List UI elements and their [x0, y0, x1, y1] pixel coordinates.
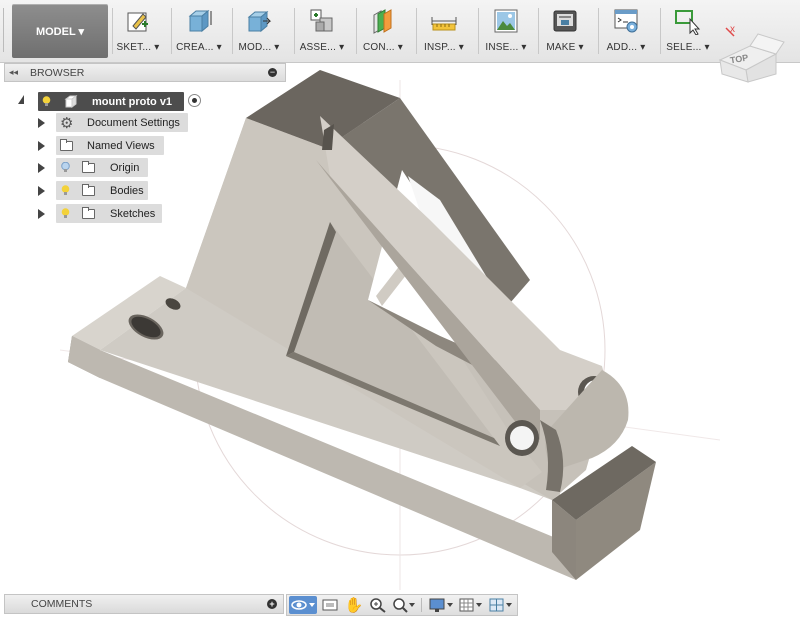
- toolbar-separator: [538, 8, 539, 54]
- modify-button[interactable]: MOD... ▾: [236, 4, 282, 60]
- select-label: SELE... ▾: [666, 42, 710, 53]
- visibility-bulb-icon[interactable]: [61, 185, 70, 196]
- panel-minimize-icon[interactable]: −: [268, 68, 277, 77]
- orbit-button[interactable]: [289, 596, 317, 614]
- toolbar-separator: [294, 8, 295, 54]
- x-axis-icon: x: [730, 24, 735, 35]
- display-settings-icon: [429, 598, 453, 612]
- look-at-icon: [322, 599, 338, 611]
- main-toolbar: MODEL ▾ SKET... ▾ CREA... ▾ MOD... ▾ ASS…: [0, 0, 800, 63]
- sketch-button[interactable]: SKET... ▾: [116, 4, 160, 60]
- folder-icon: [82, 184, 95, 196]
- tree-item-named-views[interactable]: Named Views: [56, 136, 164, 155]
- make-icon: [548, 4, 582, 38]
- modify-label: MOD... ▾: [238, 42, 280, 53]
- create-label: CREA... ▾: [176, 42, 222, 53]
- grid-settings-button[interactable]: [457, 596, 485, 614]
- browser-title: BROWSER: [30, 66, 85, 79]
- addins-icon: [609, 4, 643, 38]
- display-settings-button[interactable]: [427, 596, 455, 614]
- folder-icon: [82, 207, 95, 219]
- assemble-icon: [305, 4, 339, 38]
- comments-title: COMMENTS: [31, 598, 93, 610]
- inspect-label: INSP... ▾: [424, 42, 464, 53]
- inspect-button[interactable]: INSP... ▾: [420, 4, 468, 60]
- look-at-button[interactable]: [319, 596, 341, 614]
- construct-label: CON... ▾: [363, 42, 403, 53]
- tree-item-label: Document Settings: [87, 116, 180, 129]
- construct-icon: [366, 4, 400, 38]
- toolbar-separator: [416, 8, 417, 54]
- zoom-window-icon: [393, 598, 415, 613]
- create-icon: [182, 4, 216, 38]
- expand-root-icon[interactable]: [18, 95, 24, 104]
- make-button[interactable]: MAKE ▾: [542, 4, 588, 60]
- insert-label: INSE... ▾: [485, 42, 527, 53]
- tree-item-label: Bodies: [110, 184, 144, 197]
- nav-separator: [421, 598, 422, 612]
- gear-icon: ⚙: [60, 115, 74, 132]
- add-comment-icon[interactable]: +: [267, 599, 277, 609]
- select-icon: [671, 4, 705, 38]
- comments-panel-header[interactable]: COMMENTS +: [4, 594, 284, 614]
- tree-item-bodies[interactable]: Bodies: [56, 181, 148, 200]
- zoom-icon: [370, 598, 386, 613]
- pan-button[interactable]: ✋: [343, 596, 365, 614]
- toolbar-separator: [598, 8, 599, 54]
- grid-icon: [459, 598, 482, 612]
- sketch-label: SKET... ▾: [116, 42, 160, 53]
- assemble-button[interactable]: ASSE... ▾: [298, 4, 346, 60]
- folder-icon: [82, 161, 95, 173]
- expand-document-settings-icon[interactable]: [38, 118, 45, 128]
- tree-item-sketches[interactable]: Sketches: [56, 204, 162, 223]
- tree-item-label: Origin: [110, 161, 140, 174]
- activate-radio[interactable]: [188, 94, 201, 107]
- zoom-button[interactable]: [367, 596, 389, 614]
- addins-button[interactable]: ADD... ▾: [602, 4, 650, 60]
- tree-item-label: Named Views: [87, 139, 155, 152]
- inspect-icon: [427, 4, 461, 38]
- viewports-icon: [489, 598, 512, 612]
- addins-label: ADD... ▾: [606, 42, 646, 53]
- toolbar-separator: [478, 8, 479, 54]
- zoom-window-button[interactable]: [391, 596, 417, 614]
- expand-bodies-icon[interactable]: [38, 186, 45, 196]
- tree-item-document-settings[interactable]: ⚙ Document Settings: [56, 113, 188, 132]
- insert-icon: [489, 4, 523, 38]
- root-label: mount proto v1: [92, 95, 173, 108]
- toolbar-separator: [171, 8, 172, 54]
- toolbar-separator: [232, 8, 233, 54]
- browser-panel-header[interactable]: ◂◂ BROWSER −: [4, 63, 286, 82]
- navigation-bar: ✋: [286, 594, 518, 616]
- create-button[interactable]: CREA... ▾: [176, 4, 222, 60]
- component-icon: [64, 95, 78, 108]
- make-label: MAKE ▾: [546, 42, 584, 53]
- tree-root-mount-proto[interactable]: mount proto v1: [38, 92, 184, 111]
- collapse-panel-icon[interactable]: ◂◂: [9, 67, 18, 78]
- modify-icon: [242, 4, 276, 38]
- visibility-bulb-icon[interactable]: [61, 208, 70, 219]
- viewports-button[interactable]: [487, 596, 515, 614]
- visibility-bulb-icon[interactable]: [61, 162, 70, 173]
- tree-item-origin[interactable]: Origin: [56, 158, 148, 177]
- expand-sketches-icon[interactable]: [38, 209, 45, 219]
- assemble-label: ASSE... ▾: [299, 42, 345, 53]
- tree-item-label: Sketches: [110, 207, 156, 220]
- folder-icon: [60, 139, 73, 151]
- expand-origin-icon[interactable]: [38, 163, 45, 173]
- expand-named-views-icon[interactable]: [38, 141, 45, 151]
- view-cube[interactable]: x TOP: [712, 22, 796, 84]
- toolbar-separator: [356, 8, 357, 54]
- sketch-icon: [121, 4, 155, 38]
- orbit-icon: [291, 600, 315, 610]
- visibility-bulb-icon[interactable]: [42, 96, 51, 107]
- toolbar-separator: [660, 8, 661, 54]
- select-button[interactable]: SELE... ▾: [664, 4, 712, 60]
- hand-icon: ✋: [344, 597, 364, 614]
- insert-button[interactable]: INSE... ▾: [482, 4, 530, 60]
- construct-button[interactable]: CON... ▾: [360, 4, 406, 60]
- workspace-switcher-button[interactable]: MODEL ▾: [12, 4, 108, 58]
- toolbar-separator: [112, 8, 113, 54]
